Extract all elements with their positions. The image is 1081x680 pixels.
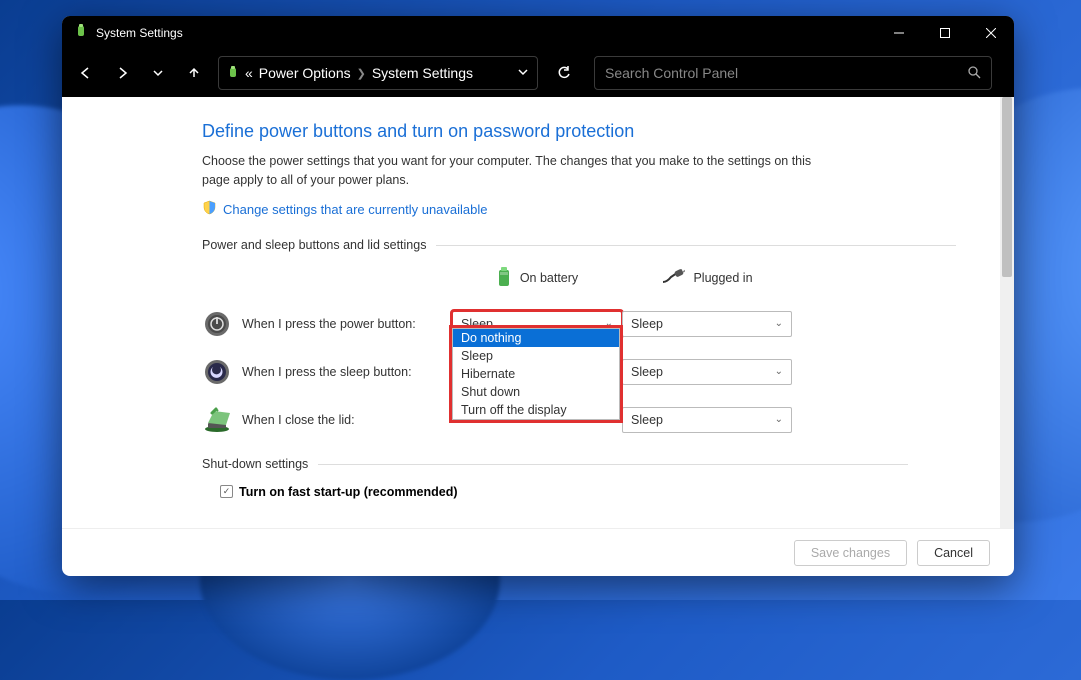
battery-icon <box>227 65 239 82</box>
dropdown-option[interactable]: Shut down <box>453 383 619 401</box>
dropdown-option[interactable]: Do nothing <box>453 329 619 347</box>
page-description: Choose the power settings that you want … <box>202 152 842 190</box>
page-heading: Define power buttons and turn on passwor… <box>202 121 1000 142</box>
fast-startup-row: ✓ Turn on fast start-up (recommended) <box>220 485 1000 499</box>
row-sleep-button: When I press the sleep button: <box>202 357 452 387</box>
close-button[interactable] <box>968 16 1014 49</box>
minimize-button[interactable] <box>876 16 922 49</box>
row-close-lid: When I close the lid: <box>202 405 452 435</box>
sleep-icon <box>202 357 232 387</box>
search-placeholder: Search Control Panel <box>605 65 967 81</box>
address-dropdown-icon[interactable] <box>517 65 529 81</box>
breadcrumb-prefix: « <box>245 65 253 81</box>
up-button[interactable] <box>178 57 210 89</box>
section-shutdown: Shut-down settings <box>202 457 1000 471</box>
vertical-scrollbar[interactable] <box>1000 97 1014 528</box>
shield-icon <box>202 200 217 220</box>
save-changes-button[interactable]: Save changes <box>794 540 907 566</box>
dropdown-option[interactable]: Sleep <box>453 347 619 365</box>
fast-startup-checkbox[interactable]: ✓ <box>220 485 233 498</box>
breadcrumb-system-settings[interactable]: System Settings <box>372 65 473 81</box>
column-plugged-in: Plugged in <box>622 269 792 288</box>
chevron-right-icon: ❯ <box>357 67 366 80</box>
system-settings-window: System Settings « Power Options ❯ System… <box>62 16 1014 576</box>
app-icon <box>74 24 88 41</box>
fast-startup-label: Turn on fast start-up (recommended) <box>239 485 458 499</box>
window-title: System Settings <box>96 26 183 40</box>
scrollbar-thumb[interactable] <box>1002 97 1012 277</box>
chevron-down-icon: ⌄ <box>775 414 783 425</box>
titlebar: System Settings <box>62 16 1014 49</box>
dropdown-option[interactable]: Hibernate <box>453 365 619 383</box>
back-button[interactable] <box>70 57 102 89</box>
column-on-battery: On battery <box>452 266 622 291</box>
search-icon <box>967 65 981 82</box>
power-icon <box>202 309 232 339</box>
maximize-button[interactable] <box>922 16 968 49</box>
forward-button[interactable] <box>106 57 138 89</box>
refresh-button[interactable] <box>548 57 580 89</box>
sleep-plugged-dropdown[interactable]: Sleep ⌄ <box>622 359 792 385</box>
content-area: Define power buttons and turn on passwor… <box>62 97 1000 528</box>
plug-icon <box>661 269 685 288</box>
dropdown-option[interactable]: Turn off the display <box>453 401 619 419</box>
laptop-lid-icon <box>202 405 232 435</box>
row-power-button: When I press the power button: <box>202 309 452 339</box>
battery-icon <box>496 266 512 291</box>
section-buttons-lid: Power and sleep buttons and lid settings <box>202 238 1000 252</box>
history-dropdown-button[interactable] <box>142 57 174 89</box>
breadcrumb-power-options[interactable]: Power Options <box>259 65 351 81</box>
chevron-down-icon: ⌄ <box>775 318 783 329</box>
chevron-down-icon: ⌄ <box>775 366 783 377</box>
navbar: « Power Options ❯ System Settings Search… <box>62 49 1014 97</box>
change-settings-link[interactable]: Change settings that are currently unava… <box>223 202 488 217</box>
lid-plugged-dropdown[interactable]: Sleep ⌄ <box>622 407 792 433</box>
power-battery-dropdown-list[interactable]: Do nothing Sleep Hibernate Shut down Tur… <box>452 328 620 420</box>
power-plugged-dropdown[interactable]: Sleep ⌄ <box>622 311 792 337</box>
address-bar[interactable]: « Power Options ❯ System Settings <box>218 56 538 90</box>
search-input[interactable]: Search Control Panel <box>594 56 992 90</box>
cancel-button[interactable]: Cancel <box>917 540 990 566</box>
footer: Save changes Cancel <box>62 528 1014 576</box>
